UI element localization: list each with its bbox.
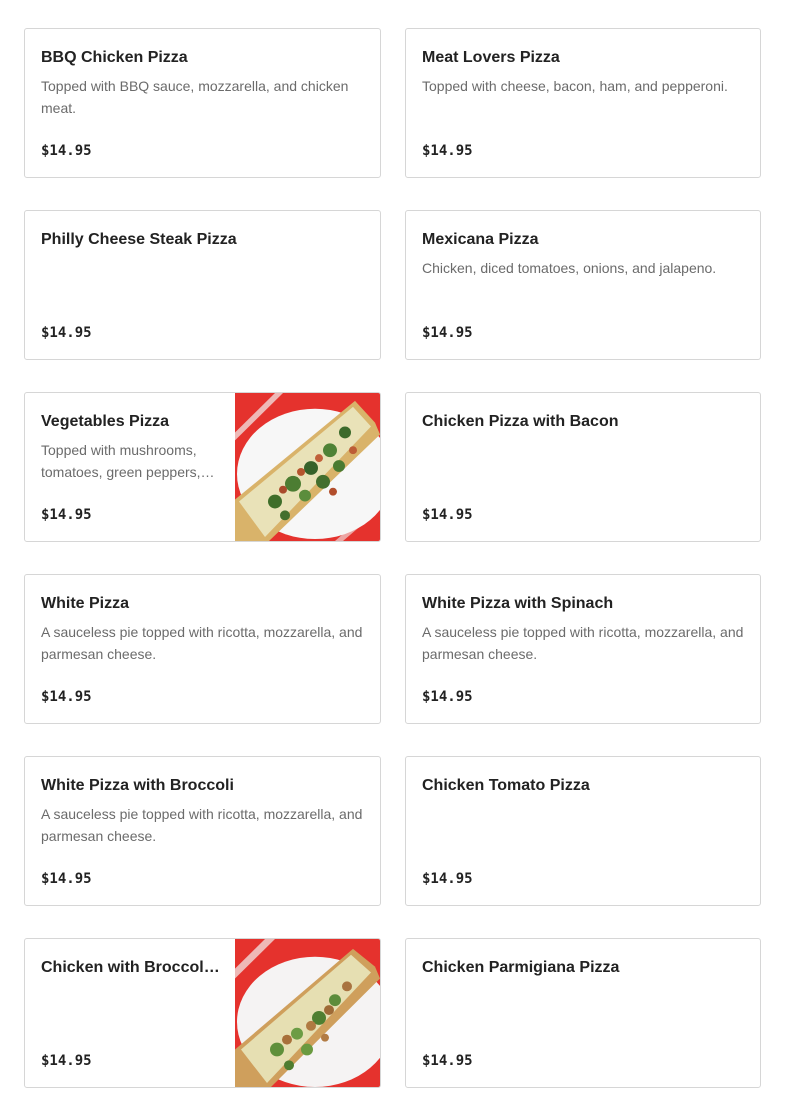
menu-item-card[interactable]: Chicken with Broccoli Pizza $14.95 xyxy=(24,938,381,1088)
menu-item-body: Chicken Pizza with Bacon $14.95 xyxy=(422,411,744,525)
menu-item-body: Chicken Tomato Pizza $14.95 xyxy=(422,775,744,889)
menu-item-card[interactable]: White Pizza A sauceless pie topped with … xyxy=(24,574,381,724)
menu-item-card[interactable]: Vegetables Pizza Topped with mushrooms, … xyxy=(24,392,381,542)
menu-item-price: $14.95 xyxy=(422,871,473,887)
menu-item-name: Chicken Parmigiana Pizza xyxy=(422,959,620,976)
menu-item-price: $14.95 xyxy=(422,689,473,705)
menu-item-name: BBQ Chicken Pizza xyxy=(41,49,188,66)
menu-items-grid: BBQ Chicken Pizza Topped with BBQ sauce,… xyxy=(24,28,761,1088)
menu-item-price: $14.95 xyxy=(41,689,92,705)
menu-item-body: Philly Cheese Steak Pizza $14.95 xyxy=(41,229,364,343)
menu-item-price: $14.95 xyxy=(422,507,473,523)
menu-item-name: White Pizza xyxy=(41,595,130,612)
menu-item-name: Vegetables Pizza xyxy=(41,413,170,430)
menu-item-price: $14.95 xyxy=(41,1053,92,1069)
chicken-broccoli-pizza-slice-photo xyxy=(235,939,380,1087)
menu-item-card[interactable]: Chicken Pizza with Bacon $14.95 xyxy=(405,392,761,542)
menu-item-card[interactable]: BBQ Chicken Pizza Topped with BBQ sauce,… xyxy=(24,28,381,178)
menu-item-description: Topped with mushrooms, tomatoes, green p… xyxy=(41,442,201,480)
menu-item-price: $14.95 xyxy=(41,143,92,159)
menu-item-price: $14.95 xyxy=(41,871,92,887)
menu-item-card[interactable]: White Pizza with Broccoli A sauceless pi… xyxy=(24,756,381,906)
menu-item-card[interactable]: Meat Lovers Pizza Topped with cheese, ba… xyxy=(405,28,761,178)
menu-item-body: White Pizza A sauceless pie topped with … xyxy=(41,593,364,707)
menu-item-body: Chicken with Broccoli Pizza $14.95 xyxy=(41,957,220,1071)
menu-item-card[interactable]: Chicken Parmigiana Pizza $14.95 xyxy=(405,938,761,1088)
menu-item-price: $14.95 xyxy=(41,507,92,523)
menu-item-body: BBQ Chicken Pizza Topped with BBQ sauce,… xyxy=(41,47,364,161)
menu-item-body: White Pizza with Spinach A sauceless pie… xyxy=(422,593,744,707)
menu-item-name: Philly Cheese Steak Pizza xyxy=(41,231,237,248)
menu-item-description: Topped with cheese, bacon, ham, and pepp… xyxy=(422,78,728,94)
menu-item-name: Mexicana Pizza xyxy=(422,231,539,248)
menu-item-body: Vegetables Pizza Topped with mushrooms, … xyxy=(41,411,220,525)
menu-item-card[interactable]: Mexicana Pizza Chicken, diced tomatoes, … xyxy=(405,210,761,360)
menu-item-description: Topped with BBQ sauce, mozzarella, and c… xyxy=(41,78,349,116)
menu-item-description: Chicken, diced tomatoes, onions, and jal… xyxy=(422,260,717,276)
menu-item-body: Meat Lovers Pizza Topped with cheese, ba… xyxy=(422,47,744,161)
menu-item-name: Chicken Pizza with Bacon xyxy=(422,413,619,430)
menu-item-body: Chicken Parmigiana Pizza $14.95 xyxy=(422,957,744,1071)
menu-item-card[interactable]: Philly Cheese Steak Pizza $14.95 xyxy=(24,210,381,360)
menu-item-name: Chicken with Broccoli Pizza xyxy=(41,959,220,976)
menu-item-body: Mexicana Pizza Chicken, diced tomatoes, … xyxy=(422,229,744,343)
menu-item-description: A sauceless pie topped with ricotta, moz… xyxy=(422,624,744,662)
menu-item-name: White Pizza with Broccoli xyxy=(41,777,234,794)
menu-item-card[interactable]: White Pizza with Spinach A sauceless pie… xyxy=(405,574,761,724)
vegetable-pizza-slice-photo xyxy=(235,393,380,541)
menu-item-body: White Pizza with Broccoli A sauceless pi… xyxy=(41,775,364,889)
menu-item-price: $14.95 xyxy=(41,325,92,341)
menu-item-price: $14.95 xyxy=(422,1053,473,1069)
menu-item-description: A sauceless pie topped with ricotta, moz… xyxy=(41,624,363,662)
menu-item-name: Meat Lovers Pizza xyxy=(422,49,560,66)
menu-item-name: Chicken Tomato Pizza xyxy=(422,777,590,794)
menu-item-card[interactable]: Chicken Tomato Pizza $14.95 xyxy=(405,756,761,906)
menu-item-price: $14.95 xyxy=(422,143,473,159)
menu-item-name: White Pizza with Spinach xyxy=(422,595,614,612)
menu-item-description: A sauceless pie topped with ricotta, moz… xyxy=(41,806,363,844)
menu-item-price: $14.95 xyxy=(422,325,473,341)
